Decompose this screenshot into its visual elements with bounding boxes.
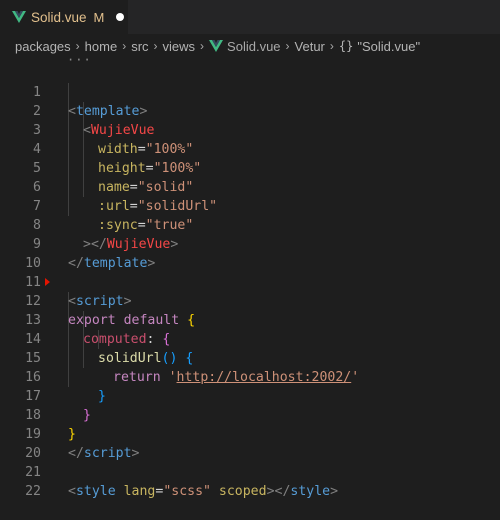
chevron-right-icon: ›: [329, 39, 334, 53]
code-line: 16 }: [0, 349, 500, 404]
symbol-braces-icon: {}: [338, 39, 354, 53]
tag-name: style: [75, 484, 116, 499]
breadcrumb-item-packages[interactable]: packages: [15, 39, 71, 54]
chevron-right-icon: ›: [285, 39, 290, 53]
line-number[interactable]: 22: [0, 482, 41, 501]
attr-value: "scss": [163, 484, 211, 499]
tag-close: ></: [266, 484, 291, 499]
code-line: 8 ></WujieVue>: [0, 197, 500, 252]
code-line: 12 export default {: [0, 273, 500, 328]
breadcrumb-file-label: Solid.vue: [227, 38, 281, 54]
code-line: 11 <script>: [0, 254, 500, 309]
tag-open: <: [68, 484, 76, 499]
chevron-right-icon: ›: [75, 39, 80, 53]
attr-name: lang: [123, 484, 156, 499]
tab-bar: Solid.vue M: [0, 0, 500, 34]
code-line: 7 :sync="true": [0, 178, 500, 233]
code-line: 22: [0, 463, 500, 499]
code-line: 17 }: [0, 368, 500, 423]
breadcrumb-item-home[interactable]: home: [85, 39, 118, 54]
code-line: 3 width="100%": [0, 102, 500, 157]
code-line: 19 </script>: [0, 406, 500, 461]
breadcrumb-item-symbol[interactable]: "Solid.vue": [357, 39, 420, 54]
breadcrumb-item-vetur[interactable]: Vetur: [295, 39, 325, 54]
tag-name: style: [290, 484, 331, 499]
modified-indicator: M: [93, 9, 105, 25]
code-line: 6 :url="solidUrl": [0, 159, 500, 214]
code-line: 2 <WujieVue: [0, 83, 500, 138]
tag-close: >: [330, 484, 339, 499]
code-line: 4 height="100%": [0, 121, 500, 176]
vue-file-icon: [209, 40, 224, 52]
chevron-right-icon: ›: [122, 39, 127, 53]
code-line: 13 computed: {: [0, 292, 500, 347]
code-line: 10: [0, 235, 500, 271]
code-line: 9 </template>: [0, 216, 500, 271]
code-line: 14 solidUrl() {: [0, 311, 500, 366]
unsaved-dot-icon[interactable]: [116, 13, 125, 21]
code-line: 18 }: [0, 387, 500, 442]
vue-file-icon: [12, 11, 26, 23]
chevron-right-icon: ›: [153, 39, 158, 53]
tab-solid-vue[interactable]: Solid.vue M: [0, 0, 128, 34]
code-line: 5 name="solid": [0, 140, 500, 195]
attr-name: scoped: [218, 484, 267, 499]
breadcrumb-item-views[interactable]: views: [163, 39, 196, 54]
code-line: 21 <style lang="scss" scoped></style>: [0, 444, 500, 499]
attr-eq: =: [155, 484, 164, 499]
code-line: 15 return 'http://localhost:2002/': [0, 330, 500, 385]
code-line: 20: [0, 425, 500, 461]
tab-title: Solid.vue: [31, 9, 87, 25]
code-line: 1 <template>: [0, 64, 500, 119]
breadcrumb-item-src[interactable]: src: [131, 39, 148, 54]
chevron-right-icon: ›: [200, 39, 205, 53]
breadcrumb-item-file[interactable]: Solid.vue: [209, 38, 281, 54]
